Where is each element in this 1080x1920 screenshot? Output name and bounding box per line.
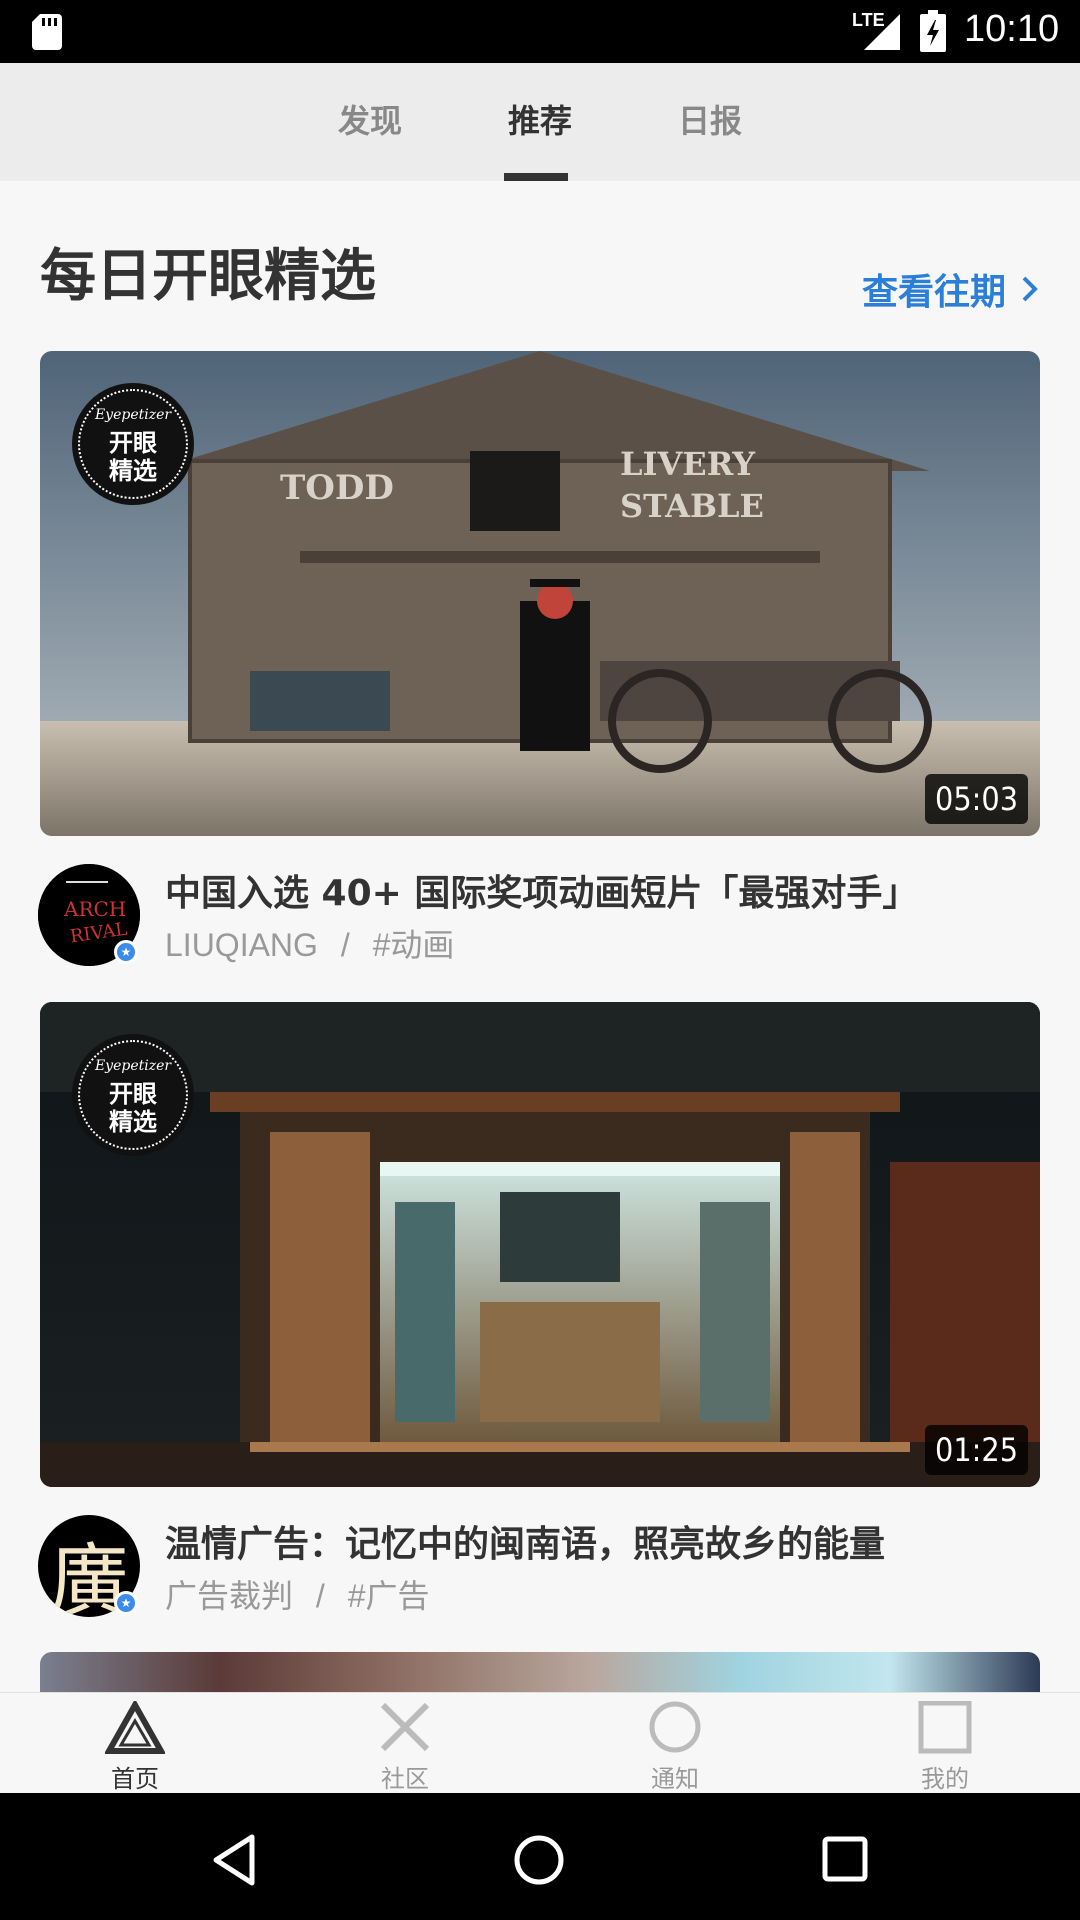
video-meta: ARCH RIVAL ★ 中国入选 40+ 国际奖项动画短片「最强对手」 LIU… — [0, 864, 1080, 984]
badge-label: 开眼 精选 — [109, 1080, 157, 1136]
eyepetizer-badge: Eyepetizer 开眼 精选 — [72, 383, 194, 505]
author-name[interactable]: LIUQIANG — [165, 927, 318, 963]
nav-community[interactable]: 社区 — [325, 1693, 485, 1794]
barn-sign-left: TODD — [280, 468, 394, 508]
badge-label: 开眼 精选 — [109, 429, 157, 485]
cross-icon — [380, 1702, 430, 1752]
video-subtitle: LIUQIANG / #动画 — [165, 920, 454, 966]
eyepetizer-badge: Eyepetizer 开眼 精选 — [72, 1034, 194, 1156]
clock: 10:10 — [964, 8, 1060, 50]
home-icon[interactable] — [512, 1833, 566, 1887]
video-thumbnail-partial[interactable] — [40, 1652, 1040, 1692]
video-duration: 01:25 — [925, 1425, 1028, 1475]
view-history-label: 查看往期 — [861, 272, 1006, 313]
sd-card-icon — [32, 14, 62, 50]
nav-community-label: 社区 — [381, 1765, 429, 1793]
video-tag[interactable]: #动画 — [373, 927, 455, 963]
svg-text:ARCH: ARCH — [63, 897, 126, 921]
nav-notifications[interactable]: 通知 — [595, 1693, 755, 1794]
tab-recommend-label: 推荐 — [507, 102, 572, 140]
nav-home[interactable]: 首页 — [55, 1693, 215, 1794]
badge-brand: Eyepetizer — [94, 1058, 172, 1074]
top-tab-bar: 发现 推荐 日报 — [0, 63, 1080, 181]
video-meta: 廣 ★ 温情广告：记忆中的闽南语，照亮故乡的能量 广告裁判 / #广告 — [0, 1515, 1080, 1635]
back-icon[interactable] — [210, 1833, 260, 1887]
tab-daily[interactable]: 日报 — [640, 63, 780, 181]
video-subtitle: 广告裁判 / #广告 — [165, 1571, 430, 1617]
system-nav-bar — [0, 1793, 1080, 1920]
video-title[interactable]: 温情广告：记忆中的闽南语，照亮故乡的能量 — [165, 1515, 885, 1567]
verified-icon: ★ — [114, 1591, 138, 1615]
section-header: 每日开眼精选 查看往期 — [0, 181, 1080, 351]
battery-charging-icon — [920, 10, 946, 52]
verified-icon: ★ — [114, 940, 138, 964]
separator: / — [315, 1578, 325, 1614]
nav-home-label: 首页 — [111, 1765, 159, 1793]
nav-notifications-label: 通知 — [651, 1765, 699, 1793]
recents-icon[interactable] — [820, 1833, 870, 1887]
svg-text:STABLE: STABLE — [620, 487, 764, 525]
video-thumbnail[interactable]: Eyepetizer 开眼 精选 01:25 — [40, 1002, 1040, 1487]
nav-profile[interactable]: 我的 — [865, 1693, 1025, 1794]
badge-brand: Eyepetizer — [94, 407, 172, 423]
square-icon — [918, 1701, 972, 1754]
video-tag[interactable]: #广告 — [348, 1578, 430, 1614]
video-thumbnail[interactable]: TODD LIVERY STABLE Eyepetizer 开眼 精选 05:03 — [40, 351, 1040, 836]
nav-profile-label: 我的 — [921, 1765, 969, 1793]
section-title: 每日开眼精选 — [40, 244, 376, 309]
chevron-right-icon — [1022, 276, 1038, 302]
signal-icon — [864, 14, 900, 50]
bottom-nav: 首页 社区 通知 我的 — [0, 1692, 1080, 1793]
tab-recommend[interactable]: 推荐 — [470, 63, 610, 181]
video-title[interactable]: 中国入选 40+ 国际奖项动画短片「最强对手」 — [165, 864, 918, 916]
video-duration: 05:03 — [925, 774, 1028, 824]
author-name[interactable]: 广告裁判 — [165, 1578, 293, 1614]
status-bar: LTE 10:10 — [0, 0, 1080, 63]
separator: / — [340, 927, 350, 963]
active-tab-indicator — [504, 173, 568, 181]
circle-icon — [649, 1701, 701, 1753]
view-history-link[interactable]: 查看往期 — [862, 263, 1040, 315]
tab-discover[interactable]: 发现 — [300, 63, 440, 181]
triangle-icon — [105, 1701, 165, 1754]
svg-text:LIVERY: LIVERY — [620, 445, 756, 483]
